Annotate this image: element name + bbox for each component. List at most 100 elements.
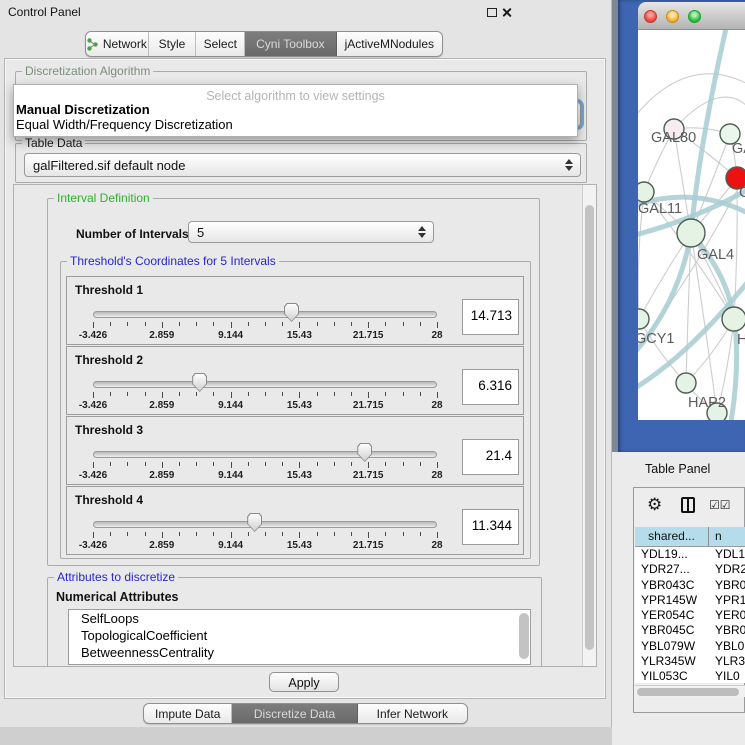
table-data-value: galFiltered.sif default node (33, 158, 185, 173)
threshold-value-field[interactable]: 6.316 (462, 369, 519, 405)
table-hscrollbar-track[interactable] (635, 685, 745, 697)
tab-cyni-toolbox[interactable]: Cyni Toolbox (245, 32, 336, 56)
table-data-title: Table Data (22, 136, 85, 150)
table-data-combobox[interactable]: galFiltered.sif default node (24, 153, 581, 177)
number-of-intervals-label: Number of Intervals (76, 227, 189, 241)
close-panel-button[interactable] (501, 7, 512, 18)
slider-minor-tick (145, 462, 146, 466)
slider-thumb[interactable] (192, 373, 207, 392)
table-row[interactable]: YDR27...YDR2 (635, 562, 745, 577)
table-row[interactable]: YIL053CYIL0 (635, 669, 745, 683)
slider-thumb[interactable] (357, 443, 372, 462)
algorithm-option-equal-width-frequency-discretization[interactable]: Equal Width/Frequency Discretization (16, 117, 233, 132)
slider-minor-tick (317, 392, 318, 396)
node-table: shared...n YDL19...YDL1YDR27...YDR2YBR04… (635, 527, 745, 683)
tab-label: Cyni Toolbox (256, 37, 324, 51)
table-panel-toolbar: ⚙ ☑☑ (634, 488, 744, 524)
slider-major-tick (299, 462, 300, 468)
table-cell: YBR043C (635, 578, 709, 593)
tab-network[interactable]: Network (86, 32, 149, 56)
attributes-group: Attributes to discretize Numerical Attri… (47, 577, 542, 667)
table-row[interactable]: YBL079WYBL0 (635, 639, 745, 654)
slider-track[interactable] (93, 451, 437, 458)
threshold-value-field[interactable]: 11.344 (462, 509, 519, 545)
split-columns-icon[interactable] (681, 497, 695, 513)
slider-minor-tick (213, 532, 214, 536)
slider-tick-label: 9.144 (201, 330, 261, 341)
slider-minor-tick (385, 392, 386, 396)
attribute-item-betweennesscentrality[interactable]: BetweennessCentrality (69, 644, 530, 661)
network-canvas[interactable]: GAL80GACGAL11GAL4GCY1HHAP2 (638, 30, 745, 420)
slider-tick-label: 15.43 (269, 470, 329, 481)
threshold-value-field[interactable]: 14.713 (462, 299, 519, 335)
threshold-row-4: Threshold 4-3.4262.8599.14415.4321.71528… (66, 486, 524, 555)
network-edge[interactable] (638, 74, 745, 125)
algorithm-option-manual-discretization[interactable]: Manual Discretization (16, 102, 150, 117)
control-panel-tabbar: NetworkStyleSelect Cyni Toolbox jActiveMNo… (85, 31, 443, 57)
network-node-gcy1[interactable] (638, 309, 649, 329)
list-scrollbar[interactable] (519, 613, 529, 659)
slider-thumb[interactable] (284, 303, 299, 322)
network-node-gal4[interactable] (677, 219, 705, 247)
table-row[interactable]: YBR043CYBR0 (635, 578, 745, 593)
slider-minor-tick (127, 392, 128, 396)
slider-major-tick (231, 392, 232, 398)
minimize-window-icon[interactable] (666, 10, 679, 23)
table-hscrollbar-thumb[interactable] (637, 688, 739, 696)
slider-track[interactable] (93, 381, 437, 388)
panel-scrollbar-track[interactable] (582, 185, 596, 666)
number-of-intervals-combobox[interactable]: 5 (188, 221, 434, 243)
slider-track[interactable] (93, 521, 437, 528)
tab-jactivemnodules[interactable]: jActiveMNodules (337, 32, 442, 56)
float-window-button[interactable] (487, 8, 497, 17)
slider-track[interactable] (93, 311, 437, 318)
slider-major-tick (93, 322, 94, 328)
tab-infer-network[interactable]: Infer Network (358, 704, 467, 723)
slider-minor-tick (403, 392, 404, 396)
network-node-h[interactable] (722, 307, 745, 331)
attribute-item-selfloops[interactable]: SelfLoops (69, 610, 530, 627)
gear-icon[interactable]: ⚙ (647, 495, 662, 515)
right-region: GAL80GACGAL11GAL4GCY1HHAP2 Table Panel ⚙… (612, 0, 745, 745)
zoom-window-icon[interactable] (688, 10, 701, 23)
tab-impute-data[interactable]: Impute Data (144, 704, 232, 723)
table-cell: YBR0 (709, 578, 745, 593)
table-cell: YER0 (709, 608, 745, 623)
slider-minor-tick (317, 532, 318, 536)
slider-tick-label: -3.426 (63, 330, 123, 341)
close-window-icon[interactable] (644, 10, 657, 23)
column-header-n[interactable]: n (709, 527, 745, 546)
numerical-attributes-list[interactable]: SelfLoopsTopologicalCoefficientBetweenne… (68, 609, 531, 665)
slider-minor-tick (196, 392, 197, 396)
settings-scrollpane: Interval Definition Number of Intervals … (13, 184, 597, 667)
tab-discretize-data[interactable]: Discretize Data (232, 704, 357, 723)
threshold-label: Threshold 2 (75, 353, 143, 367)
node-label: GAL4 (697, 247, 734, 263)
network-edge[interactable] (639, 319, 686, 383)
table-row[interactable]: YLR345WYLR3 (635, 654, 745, 669)
slider-major-tick (162, 322, 163, 328)
network-window-titlebar[interactable] (638, 2, 745, 30)
numerical-attributes-heading: Numerical Attributes (56, 590, 178, 604)
column-header-shared[interactable]: shared... (635, 527, 709, 546)
checkboxes-icon[interactable]: ☑☑ (709, 498, 731, 512)
slider-thumb[interactable] (247, 513, 262, 532)
table-row[interactable]: YER054CYER0 (635, 608, 745, 623)
network-node-gal11[interactable] (638, 182, 654, 202)
tab-select[interactable]: Select (196, 32, 245, 56)
tab-style[interactable]: Style (149, 32, 197, 56)
apply-button[interactable]: Apply (269, 672, 339, 692)
table-header-row[interactable]: shared...n (635, 527, 745, 547)
table-row[interactable]: YDL19...YDL1 (635, 547, 745, 562)
attribute-item-topologicalcoefficient[interactable]: TopologicalCoefficient (69, 627, 530, 644)
table-row[interactable]: YBR045CYBR0 (635, 623, 745, 638)
table-row[interactable]: YPR145WYPR1 (635, 593, 745, 608)
panel-scrollbar-thumb[interactable] (585, 205, 594, 650)
panel-divider[interactable] (612, 0, 618, 452)
network-node-hap2[interactable] (676, 373, 696, 393)
slider-major-tick (299, 322, 300, 328)
network-edge-thick[interactable] (726, 319, 737, 420)
slider-tick-label: 15.43 (269, 330, 329, 341)
table-cell: YPR1 (709, 593, 745, 608)
threshold-value-field[interactable]: 21.4 (462, 439, 519, 475)
